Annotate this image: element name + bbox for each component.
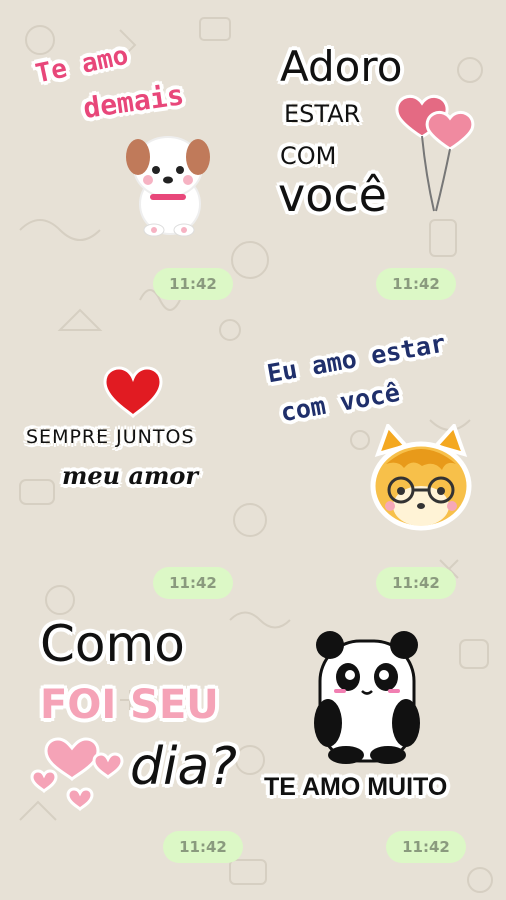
- message-timestamp: 11:42: [153, 567, 233, 599]
- sticker-text-line1: TE AMO MUITO: [264, 773, 448, 801]
- sticker-text-line2: demais: [81, 78, 186, 125]
- message-timestamp: 11:42: [153, 268, 233, 300]
- pink-hearts-icon: [30, 737, 124, 812]
- sticker-como-foi-seu-dia[interactable]: Como FOI SEU dia?: [28, 615, 253, 815]
- sticker-sempre-juntos[interactable]: SEMPRE JUNTOS meu amor: [20, 360, 245, 500]
- sticker-text-line1: SEMPRE JUNTOS: [26, 426, 195, 448]
- sticker-adoro-estar-com-voce[interactable]: Adoro ESTAR COM você: [270, 40, 490, 250]
- message-timestamp: 11:42: [163, 831, 243, 863]
- sticker-text-line2: ESTAR: [284, 100, 361, 128]
- panda-icon: [314, 631, 420, 764]
- heart-balloons-icon: [395, 94, 475, 212]
- message-timestamp: 11:42: [376, 567, 456, 599]
- sticker-text-line1: Te amo: [32, 40, 132, 90]
- puppy-icon: [126, 136, 210, 237]
- sticker-text-line2: FOI SEU: [40, 682, 219, 728]
- sticker-eu-amo-estar-com-voce[interactable]: Eu amo estar com você: [262, 318, 492, 543]
- sticker-text-line1: Eu amo estar: [264, 328, 448, 389]
- sticker-text-line4: você: [278, 168, 387, 222]
- fox-icon: [370, 424, 472, 531]
- sticker-text-line3: COM: [280, 142, 337, 170]
- sticker-te-amo-demais[interactable]: Te amo demais: [25, 40, 225, 250]
- red-heart-icon: [103, 366, 163, 419]
- sticker-text-line1: Adoro: [280, 42, 403, 91]
- message-timestamp: 11:42: [386, 831, 466, 863]
- sticker-text-line2: com você: [278, 377, 403, 428]
- sticker-text-line2: meu amor: [62, 461, 199, 490]
- message-timestamp: 11:42: [376, 268, 456, 300]
- sticker-text-line3: dia?: [130, 737, 237, 797]
- sticker-text-line1: Como: [40, 615, 185, 673]
- sticker-te-amo-muito[interactable]: TE AMO MUITO: [262, 625, 487, 810]
